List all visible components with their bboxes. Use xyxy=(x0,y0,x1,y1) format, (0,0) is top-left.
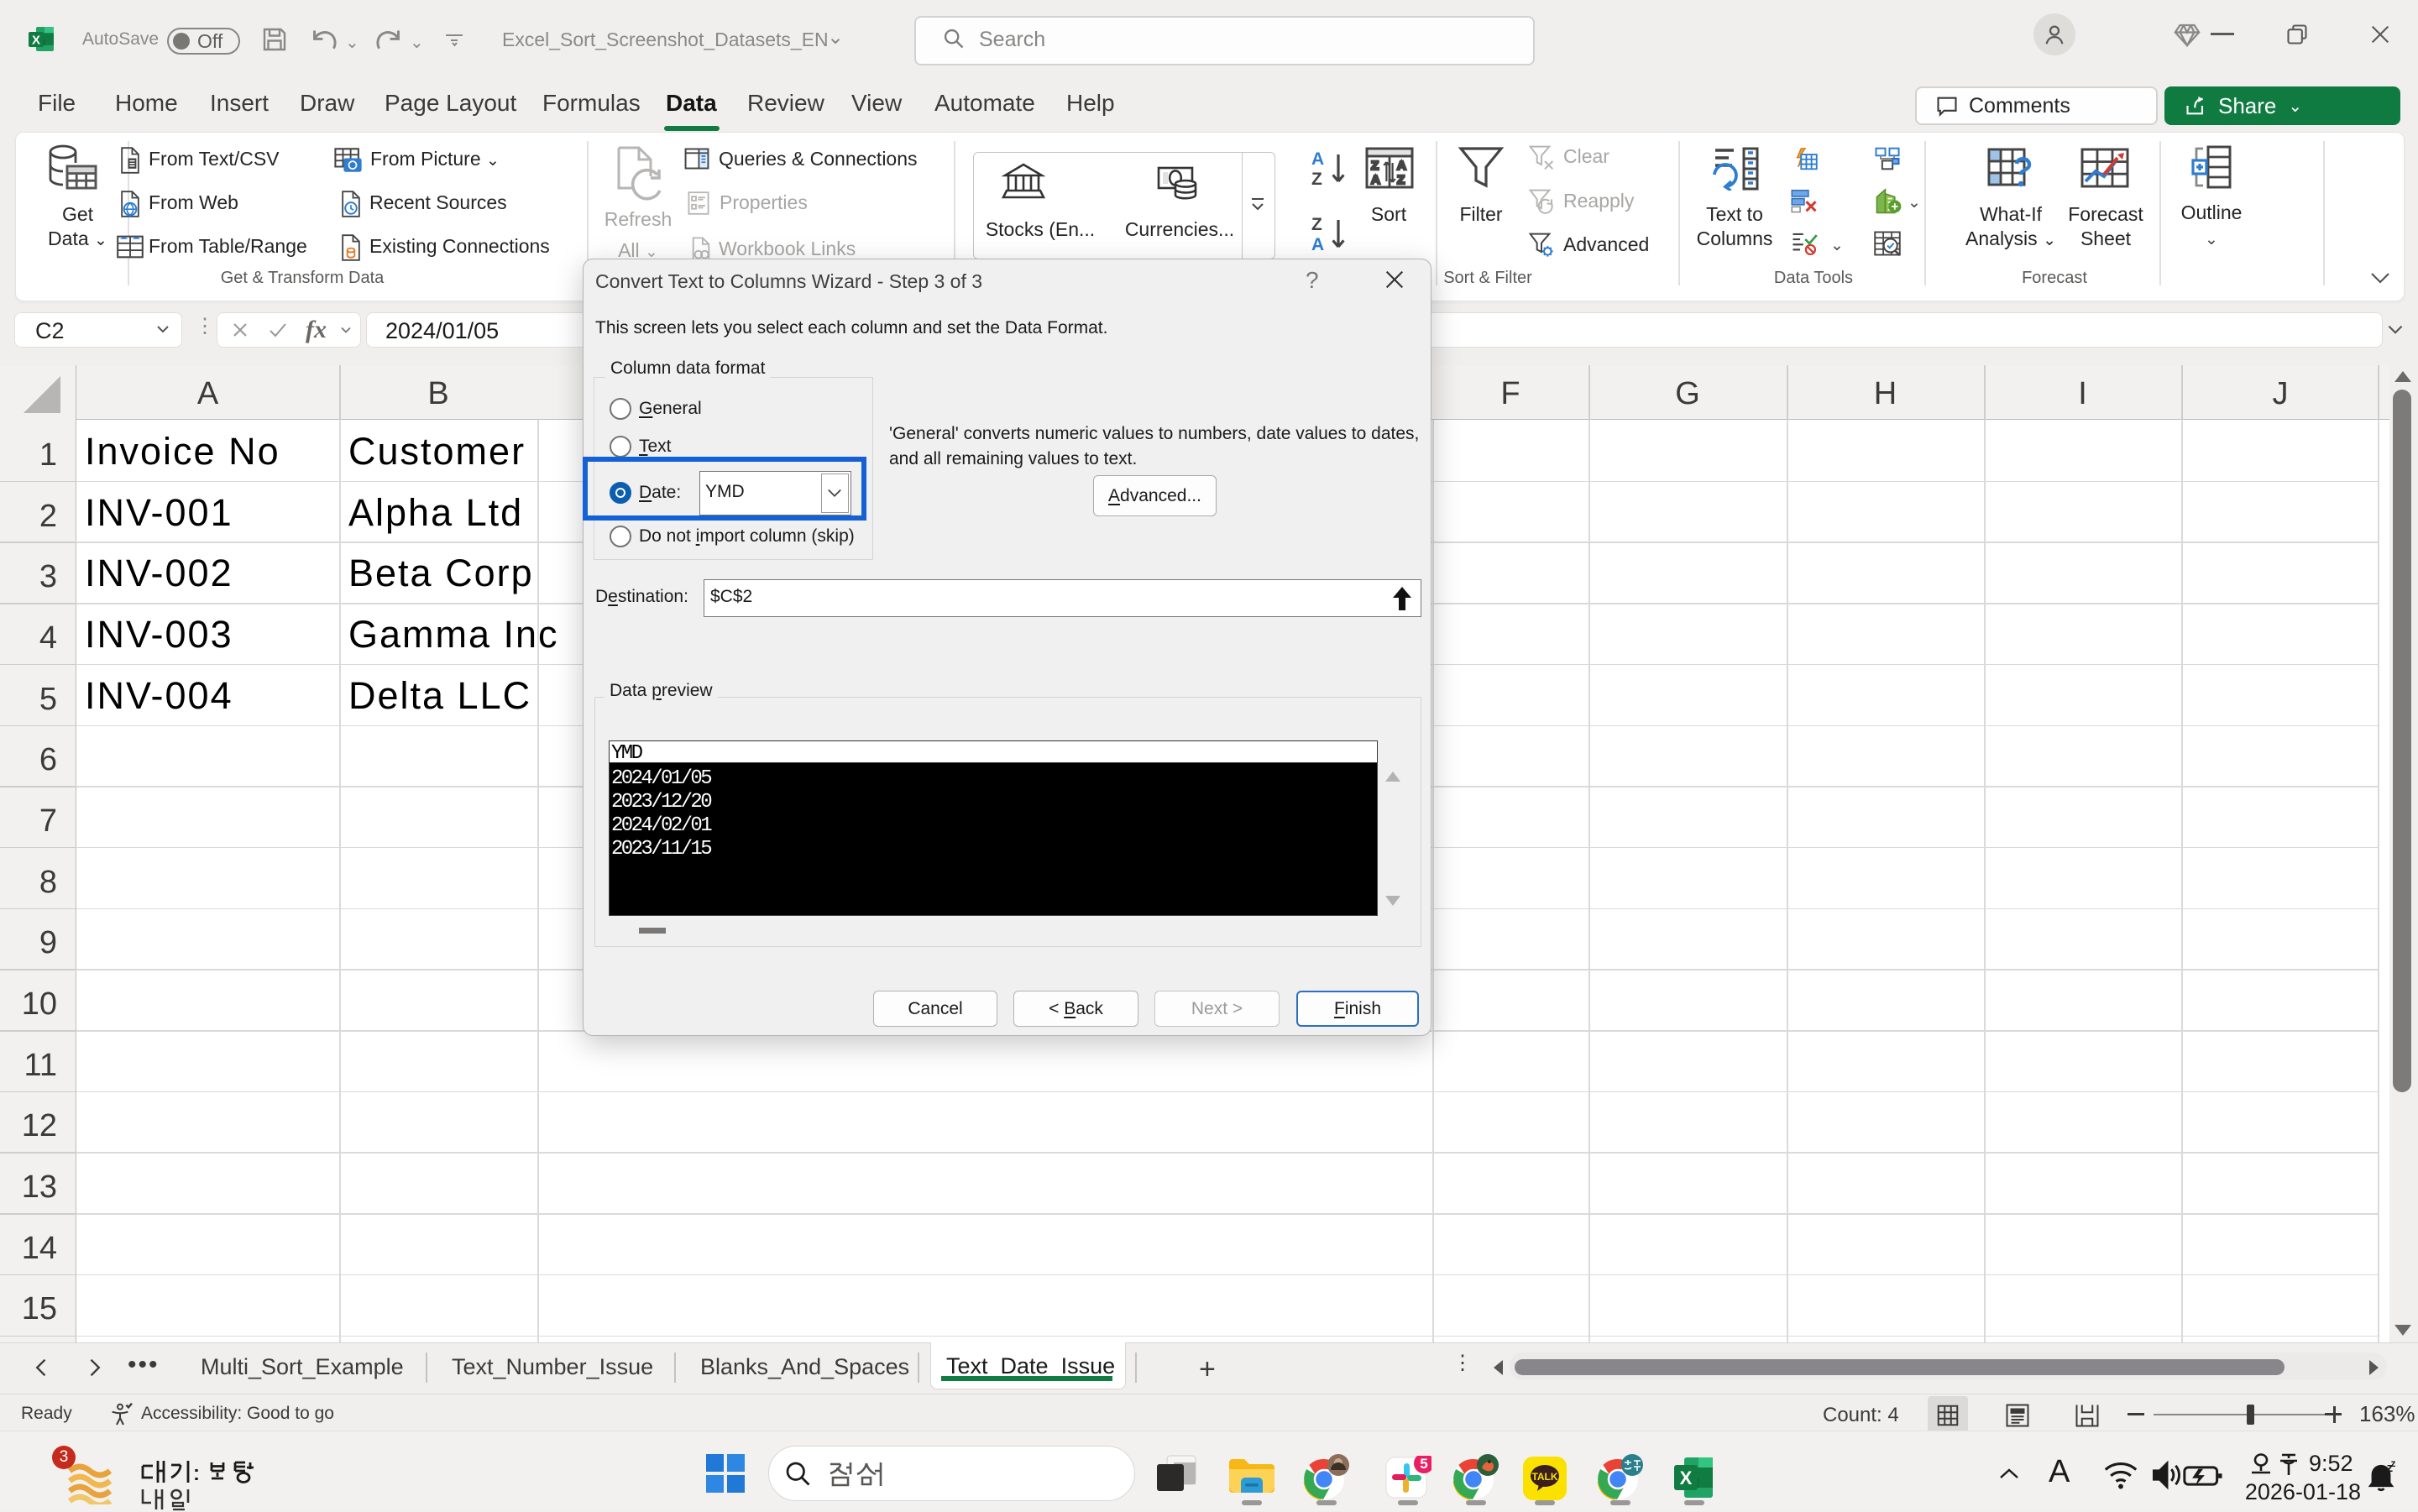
svg-text:A: A xyxy=(1311,235,1324,254)
svg-text:TALK: TALK xyxy=(1531,1471,1557,1483)
svg-text:Z: Z xyxy=(1311,215,1322,234)
svg-text:X: X xyxy=(1680,1468,1693,1488)
svg-text:A: A xyxy=(1371,173,1380,187)
svg-text:Z: Z xyxy=(1397,173,1405,187)
svg-text:Z: Z xyxy=(1371,159,1379,173)
svg-text:A: A xyxy=(1397,159,1406,173)
svg-text:5: 5 xyxy=(1420,1456,1427,1472)
svg-text:z: z xyxy=(2391,1459,2396,1469)
svg-text:A: A xyxy=(1311,149,1324,169)
svg-text:Z: Z xyxy=(1311,170,1322,188)
